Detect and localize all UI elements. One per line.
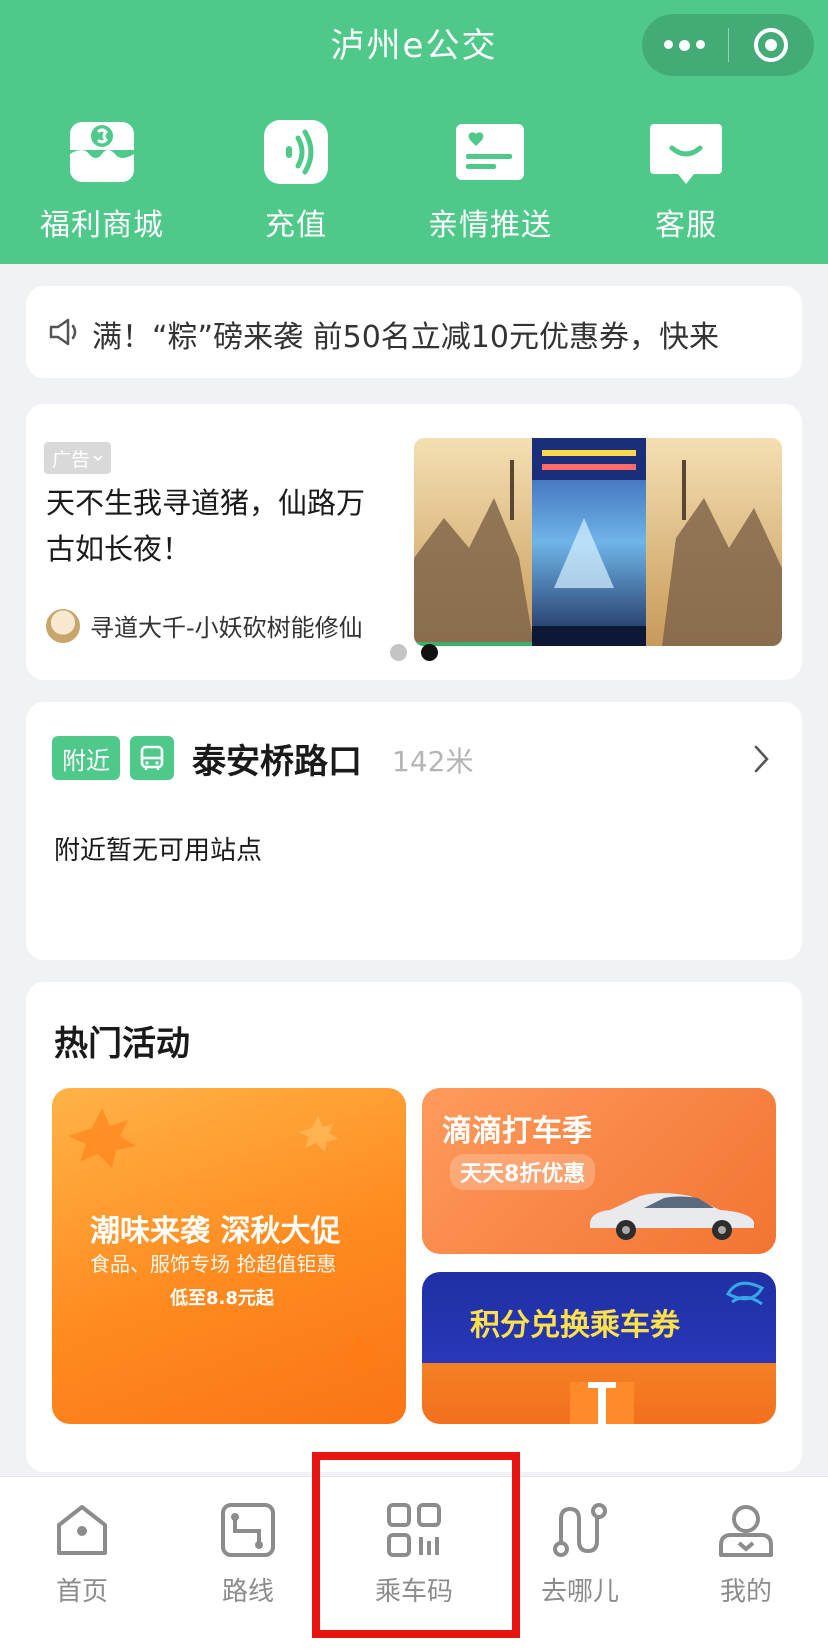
more-dots-icon	[664, 39, 706, 51]
quick-action-label: 亲情推送	[428, 208, 552, 243]
quick-action-label: 充值	[265, 208, 327, 243]
ad-tag-label: 广告	[52, 448, 91, 471]
notice-bar[interactable]: 满！“粽”磅来袭 前50名立减10元优惠券，快来	[26, 286, 802, 378]
notice-text: 满！“粽”磅来袭 前50名立减10元优惠券，快来	[92, 320, 719, 355]
section-title: 热门活动	[54, 1024, 190, 1064]
ad-tag[interactable]: 广告	[44, 442, 112, 474]
ad-source-name: 寻道大千-小妖砍树能修仙	[90, 614, 363, 642]
bus-icon	[130, 736, 174, 780]
ad-card[interactable]: 广告 天不生我寻道猪，仙路万古如长夜！ 寻道大千-小妖砍树能修仙	[26, 404, 802, 680]
promo-subtitle: 食品、服饰专场 抢超值钜惠	[90, 1252, 337, 1276]
page: 泸州e公交 福利商城 充值 亲情推送 客服 满！“粽”磅来袭 前50名立减10元…	[0, 0, 828, 1652]
station-name: 泰安桥路口	[192, 742, 362, 782]
quick-action-recharge[interactable]: 充值	[216, 114, 376, 244]
quick-action-family-push[interactable]: 亲情推送	[410, 114, 570, 244]
avatar	[46, 608, 80, 643]
tab-label: 首页	[55, 1577, 108, 1607]
target-icon	[754, 28, 789, 62]
ad-image[interactable]	[414, 438, 782, 646]
customer-service-icon	[650, 124, 722, 184]
ad-title: 天不生我寻道猪，仙路万古如长夜！	[46, 486, 366, 566]
promo-headline: 积分兑换乘车券	[470, 1308, 680, 1343]
nearby-badge: 附近	[52, 736, 120, 780]
promo-headline: 滴滴打车季	[442, 1114, 592, 1149]
close-button[interactable]	[729, 14, 815, 76]
pager-dot[interactable]	[390, 644, 407, 661]
gift-box-icon	[570, 1382, 634, 1424]
highlight-box	[312, 1452, 520, 1638]
tab-profile[interactable]: 我的	[676, 1499, 816, 1608]
speaker-icon	[49, 318, 77, 346]
nearby-card[interactable]: 附近 泰安桥路口 142米 附近暂无可用站点	[26, 702, 802, 960]
recharge-icon	[264, 120, 328, 184]
header: 泸州e公交 福利商城 充值 亲情推送 客服	[0, 0, 828, 264]
more-button[interactable]	[642, 14, 728, 76]
destination-icon	[553, 1503, 607, 1557]
tab-label: 去哪儿	[540, 1577, 619, 1607]
promo-points[interactable]: 积分兑换乘车券	[422, 1272, 776, 1424]
tab-home[interactable]: 首页	[12, 1499, 152, 1608]
promo-headline: 潮味来袭 深秋大促	[90, 1214, 341, 1249]
profile-icon	[719, 1505, 773, 1557]
tab-label: 我的	[719, 1577, 772, 1607]
promo-price: 低至8.8元起	[170, 1288, 274, 1309]
promo-didi[interactable]: 滴滴打车季 天天8折优惠	[422, 1088, 776, 1254]
pager-dot-active[interactable]	[421, 644, 438, 661]
family-push-icon	[456, 124, 524, 180]
tab-route[interactable]: 路线	[178, 1499, 318, 1608]
quick-action-customer-service[interactable]: 客服	[606, 114, 766, 244]
car-icon	[590, 1193, 754, 1240]
tab-label: 路线	[221, 1577, 274, 1607]
ad-source: 寻道大千-小妖砍树能修仙	[46, 608, 363, 643]
shop-icon	[70, 122, 134, 182]
hot-activities: 热门活动 潮味来袭 深秋大促 食品、服饰专场 抢超值钜惠 低至8.8元起 滴滴打…	[26, 982, 802, 1472]
chevron-down-icon	[93, 455, 103, 462]
quick-action-label: 客服	[655, 208, 717, 243]
home-icon	[57, 1505, 107, 1555]
nearby-empty-text: 附近暂无可用站点	[54, 836, 263, 866]
mini-program-capsule	[642, 14, 814, 76]
promo-autumn-sale[interactable]: 潮味来袭 深秋大促 食品、服饰专场 抢超值钜惠 低至8.8元起	[52, 1088, 406, 1424]
quick-action-label: 福利商城	[40, 208, 164, 243]
tab-destination[interactable]: 去哪儿	[510, 1499, 650, 1608]
ad-pager	[390, 644, 438, 661]
station-distance: 142米	[392, 745, 474, 778]
promo-subtitle: 天天8折优惠	[450, 1154, 596, 1190]
china-mobile-logo-icon	[725, 1281, 765, 1306]
route-icon	[221, 1503, 275, 1557]
quick-action-shop[interactable]: 福利商城	[22, 114, 182, 244]
chevron-right-icon[interactable]	[752, 744, 772, 774]
